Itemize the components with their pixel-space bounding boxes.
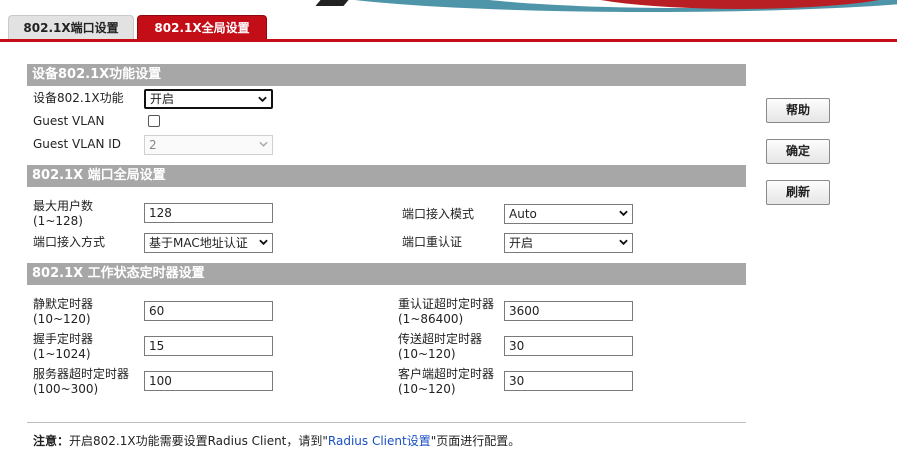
- device-func-select[interactable]: 开启: [144, 89, 273, 109]
- note-text-after: "页面进行配置。: [430, 434, 521, 448]
- max-users-label: 最大用户数: [33, 199, 94, 213]
- tab-bar: 802.1X端口设置 802.1X全局设置: [0, 15, 897, 39]
- server-timeout-range: (100~300): [33, 382, 99, 396]
- radius-client-link[interactable]: Radius Client设置: [328, 434, 431, 448]
- client-timeout-range: (10~120): [398, 382, 456, 396]
- handshake-timer-label: 握手定时器: [33, 332, 94, 346]
- device-func-label: 设备802.1X功能: [33, 91, 124, 105]
- quiet-timer-input[interactable]: [144, 301, 273, 321]
- max-users-input[interactable]: [144, 203, 273, 223]
- access-mode-label: 端口接入模式: [402, 207, 475, 221]
- chevron-down-icon: [259, 141, 268, 147]
- client-timeout-label: 客户端超时定时器: [398, 367, 495, 381]
- guest-vlan-id-value: 2: [149, 138, 157, 152]
- handshake-timer-input[interactable]: [144, 336, 273, 356]
- banner-dark-stripe: [315, 0, 349, 6]
- access-method-label: 端口接入方式: [33, 235, 106, 249]
- chevron-down-icon: [619, 210, 628, 217]
- device-func-value: 开启: [150, 92, 175, 106]
- guest-vlan-id-select[interactable]: 2: [144, 135, 273, 155]
- note-text-before: 开启802.1X功能需要设置Radius Client，请到": [69, 434, 328, 448]
- access-method-select[interactable]: 基于MAC地址认证: [144, 233, 273, 253]
- guest-vlan-label: Guest VLAN: [33, 114, 105, 128]
- tab-global-settings[interactable]: 802.1X全局设置: [137, 15, 267, 39]
- reauth-timeout-range: (1~86400): [398, 312, 464, 326]
- max-users-range: (1~128): [33, 214, 83, 228]
- quiet-timer-range: (10~120): [33, 312, 91, 326]
- client-timeout-input[interactable]: [504, 371, 633, 391]
- access-mode-value: Auto: [509, 207, 537, 221]
- access-method-value: 基于MAC地址认证: [149, 236, 248, 250]
- reauth-timeout-input[interactable]: [504, 301, 633, 321]
- confirm-button[interactable]: 确定: [766, 139, 830, 164]
- guest-vlan-checkbox[interactable]: [148, 115, 160, 127]
- server-timeout-label: 服务器超时定时器: [33, 367, 130, 381]
- guest-vlan-id-label: Guest VLAN ID: [33, 137, 122, 151]
- note-prefix: 注意：: [33, 434, 70, 448]
- tab-underline: [0, 39, 897, 42]
- section-header-port-global: 802.1X 端口全局设置: [27, 165, 746, 187]
- reauth-label: 端口重认证: [402, 235, 463, 249]
- section-header-device: 设备802.1X功能设置: [27, 64, 746, 86]
- quiet-timer-label: 静默定时器: [33, 297, 94, 311]
- tab-port-settings[interactable]: 802.1X端口设置: [8, 15, 134, 39]
- chevron-down-icon: [258, 96, 267, 103]
- handshake-timer-range: (1~1024): [33, 347, 91, 361]
- refresh-button[interactable]: 刷新: [766, 180, 830, 205]
- access-mode-select[interactable]: Auto: [504, 204, 633, 224]
- section-header-timers: 802.1X 工作状态定时器设置: [27, 263, 746, 285]
- reauth-value: 开启: [509, 236, 534, 250]
- server-timeout-input[interactable]: [144, 371, 273, 391]
- tx-timeout-label: 传送超时定时器: [398, 332, 483, 346]
- reauth-timeout-label: 重认证超时定时器: [398, 297, 495, 311]
- chevron-down-icon: [619, 239, 628, 246]
- footer-note: 注意：开启802.1X功能需要设置Radius Client，请到"Radius…: [33, 432, 520, 449]
- top-banner: [0, 0, 897, 12]
- reauth-select[interactable]: 开启: [504, 233, 633, 253]
- footer-divider: [27, 422, 746, 423]
- tx-timeout-range: (10~120): [398, 347, 456, 361]
- chevron-down-icon: [259, 239, 268, 246]
- tx-timeout-input[interactable]: [504, 336, 633, 356]
- help-button[interactable]: 帮助: [766, 98, 830, 123]
